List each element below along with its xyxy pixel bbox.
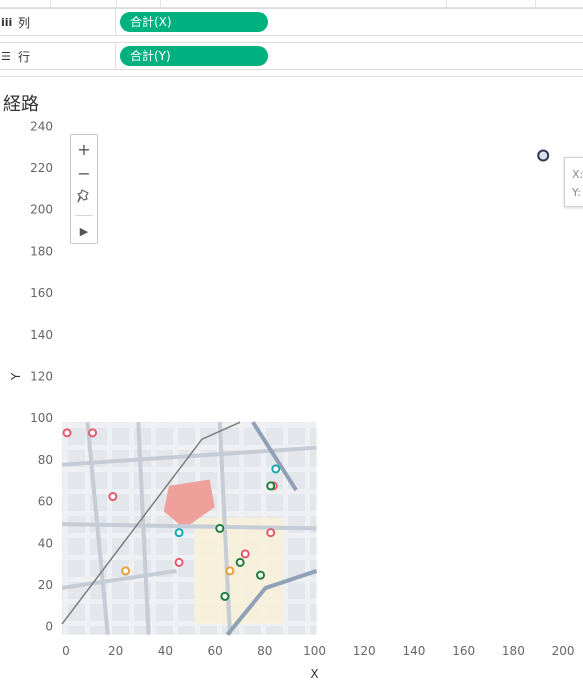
- x-tick-label: 160: [452, 644, 475, 658]
- toolbar-separator: [75, 215, 93, 216]
- columns-pill-sum-x[interactable]: 合計(X): [120, 12, 268, 32]
- y-tick-label: 40: [38, 536, 53, 550]
- map-poi-marker: [240, 549, 250, 559]
- top-strip-separator: [116, 0, 117, 8]
- columns-icon: iii: [1, 15, 13, 29]
- x-tick-label: 0: [62, 644, 70, 658]
- y-axis-title: Y: [9, 372, 23, 381]
- y-tick-label: 100: [30, 411, 53, 425]
- map-poi-marker: [266, 528, 276, 538]
- expand-toolbar-button[interactable]: ▶: [71, 219, 97, 243]
- columns-label: 列: [18, 15, 31, 30]
- tooltip-x-label: X:: [572, 168, 583, 181]
- rows-icon: ☰: [1, 49, 11, 63]
- y-tick-label: 0: [45, 620, 53, 634]
- y-tick-label: 20: [38, 578, 53, 592]
- top-strip: [0, 0, 583, 8]
- map-poi-marker: [174, 528, 184, 538]
- top-strip-separator: [446, 0, 447, 8]
- y-tick-label: 80: [38, 453, 53, 467]
- pin-icon: [77, 189, 89, 203]
- rows-pill-sum-y[interactable]: 合計(Y): [120, 46, 268, 66]
- x-tick-label: 80: [257, 644, 272, 658]
- map-poi-marker: [266, 481, 276, 491]
- x-tick-label: 180: [502, 644, 525, 658]
- pin-button[interactable]: [71, 185, 97, 209]
- map-poi-marker: [235, 557, 245, 567]
- map-poi-marker: [256, 570, 266, 580]
- top-strip-separator: [50, 0, 51, 8]
- top-strip-separator: [160, 0, 161, 8]
- y-tick-label: 120: [30, 370, 53, 384]
- rows-label: 行: [18, 49, 31, 64]
- x-axis-title: X: [310, 667, 318, 681]
- x-axis: 0 20 40 60 80 100 120 140 160 180 200: [62, 644, 574, 658]
- y-tick-label: 220: [30, 161, 53, 175]
- x-tick-label: 60: [207, 644, 222, 658]
- tooltip: X: Y:: [564, 157, 583, 207]
- map-poi-marker: [174, 557, 184, 567]
- y-tick-label: 160: [30, 286, 53, 300]
- x-tick-label: 40: [158, 644, 173, 658]
- rows-shelf: ☰ 行 合計(Y): [0, 42, 583, 70]
- x-tick-label: 200: [552, 644, 575, 658]
- map-poi-marker: [220, 591, 230, 601]
- sheet-title: 経路: [3, 94, 39, 115]
- data-point[interactable]: [537, 149, 550, 162]
- y-tick-label: 140: [30, 328, 53, 342]
- y-tick-label: 200: [30, 203, 53, 217]
- map-poi-marker: [271, 464, 281, 474]
- tooltip-y-label: Y:: [572, 186, 581, 199]
- map-poi-marker: [62, 428, 72, 438]
- y-axis: 0 20 40 60 80 100 120 140 160 180 200 220 240: [30, 119, 53, 633]
- map-background-image: [61, 421, 318, 636]
- columns-shelf-label: iii 列: [0, 9, 116, 35]
- map-poi-marker: [88, 428, 98, 438]
- x-tick-label: 20: [108, 644, 123, 658]
- map-poi-marker: [225, 566, 235, 576]
- y-tick-label: 60: [38, 495, 53, 509]
- y-tick-label: 180: [30, 244, 53, 258]
- x-tick-label: 100: [303, 644, 326, 658]
- x-tick-label: 120: [353, 644, 376, 658]
- rows-shelf-label: ☰ 行: [0, 43, 116, 69]
- map-poi-marker: [108, 492, 118, 502]
- columns-shelf: iii 列 合計(X): [0, 8, 583, 36]
- x-tick-label: 140: [402, 644, 425, 658]
- map-poi-marker: [215, 523, 225, 533]
- top-strip-separator: [535, 0, 536, 8]
- data-marks[interactable]: [537, 149, 550, 162]
- y-tick-label: 240: [30, 119, 53, 133]
- shelf-divider: [0, 76, 583, 77]
- map-poi-marker: [121, 566, 131, 576]
- zoom-out-button[interactable]: −: [71, 161, 97, 185]
- map-toolbar: + − ▶: [70, 134, 98, 244]
- zoom-in-button[interactable]: +: [71, 137, 97, 161]
